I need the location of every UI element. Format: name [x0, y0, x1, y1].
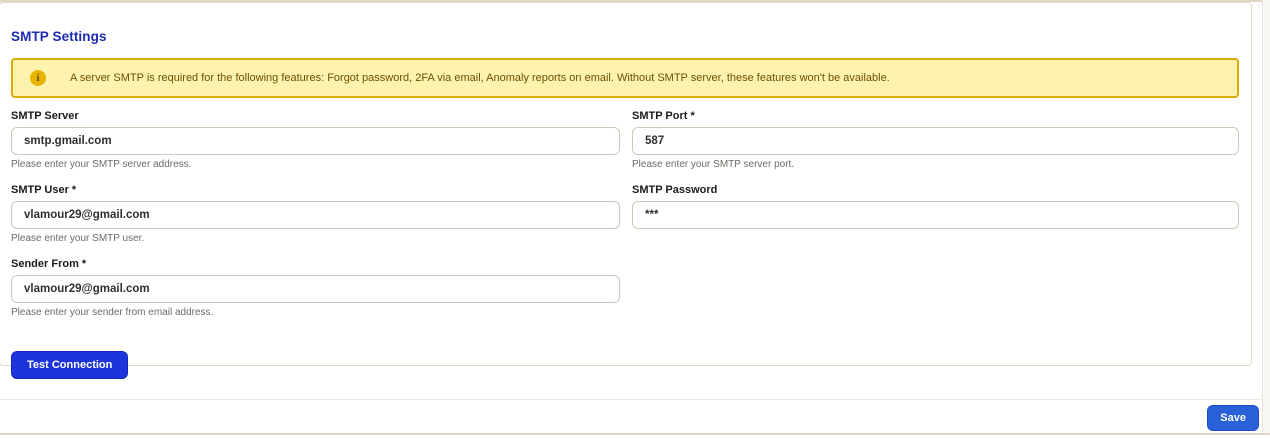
- test-connection-button[interactable]: Test Connection: [11, 351, 128, 379]
- smtp-server-input[interactable]: [11, 127, 620, 155]
- footer-bar: Save: [0, 399, 1270, 433]
- bottom-edge-divider: [0, 433, 1270, 435]
- smtp-warning-banner: i A server SMTP is required for the foll…: [11, 58, 1239, 98]
- save-button[interactable]: Save: [1207, 405, 1259, 431]
- info-icon: i: [30, 70, 46, 86]
- smtp-port-field-group: SMTP Port * Please enter your SMTP serve…: [632, 110, 1239, 170]
- sender-from-input[interactable]: [11, 275, 620, 303]
- sender-from-helper: Please enter your sender from email addr…: [11, 307, 620, 318]
- smtp-form: SMTP Server Please enter your SMTP serve…: [11, 110, 1241, 332]
- page-title: SMTP Settings: [11, 29, 1241, 44]
- warning-text: A server SMTP is required for the follow…: [70, 72, 890, 84]
- smtp-server-field-group: SMTP Server Please enter your SMTP serve…: [11, 110, 620, 170]
- smtp-user-input[interactable]: [11, 201, 620, 229]
- smtp-user-field-group: SMTP User * Please enter your SMTP user.: [11, 184, 620, 244]
- smtp-password-label: SMTP Password: [632, 184, 1239, 196]
- smtp-port-input[interactable]: [632, 127, 1239, 155]
- empty-grid-cell: [632, 258, 1239, 332]
- smtp-password-helper: [632, 233, 1239, 243]
- sender-from-label: Sender From *: [11, 258, 620, 270]
- smtp-server-label: SMTP Server: [11, 110, 620, 122]
- smtp-user-helper: Please enter your SMTP user.: [11, 233, 620, 244]
- scrollbar-gutter[interactable]: [1262, 0, 1270, 433]
- sender-from-field-group: Sender From * Please enter your sender f…: [11, 258, 620, 318]
- smtp-port-helper: Please enter your SMTP server port.: [632, 159, 1239, 170]
- smtp-user-label: SMTP User *: [11, 184, 620, 196]
- smtp-password-field-group: SMTP Password: [632, 184, 1239, 244]
- smtp-settings-card: SMTP Settings i A server SMTP is require…: [0, 2, 1252, 366]
- smtp-port-label: SMTP Port *: [632, 110, 1239, 122]
- smtp-server-helper: Please enter your SMTP server address.: [11, 159, 620, 170]
- smtp-password-input[interactable]: [632, 201, 1239, 229]
